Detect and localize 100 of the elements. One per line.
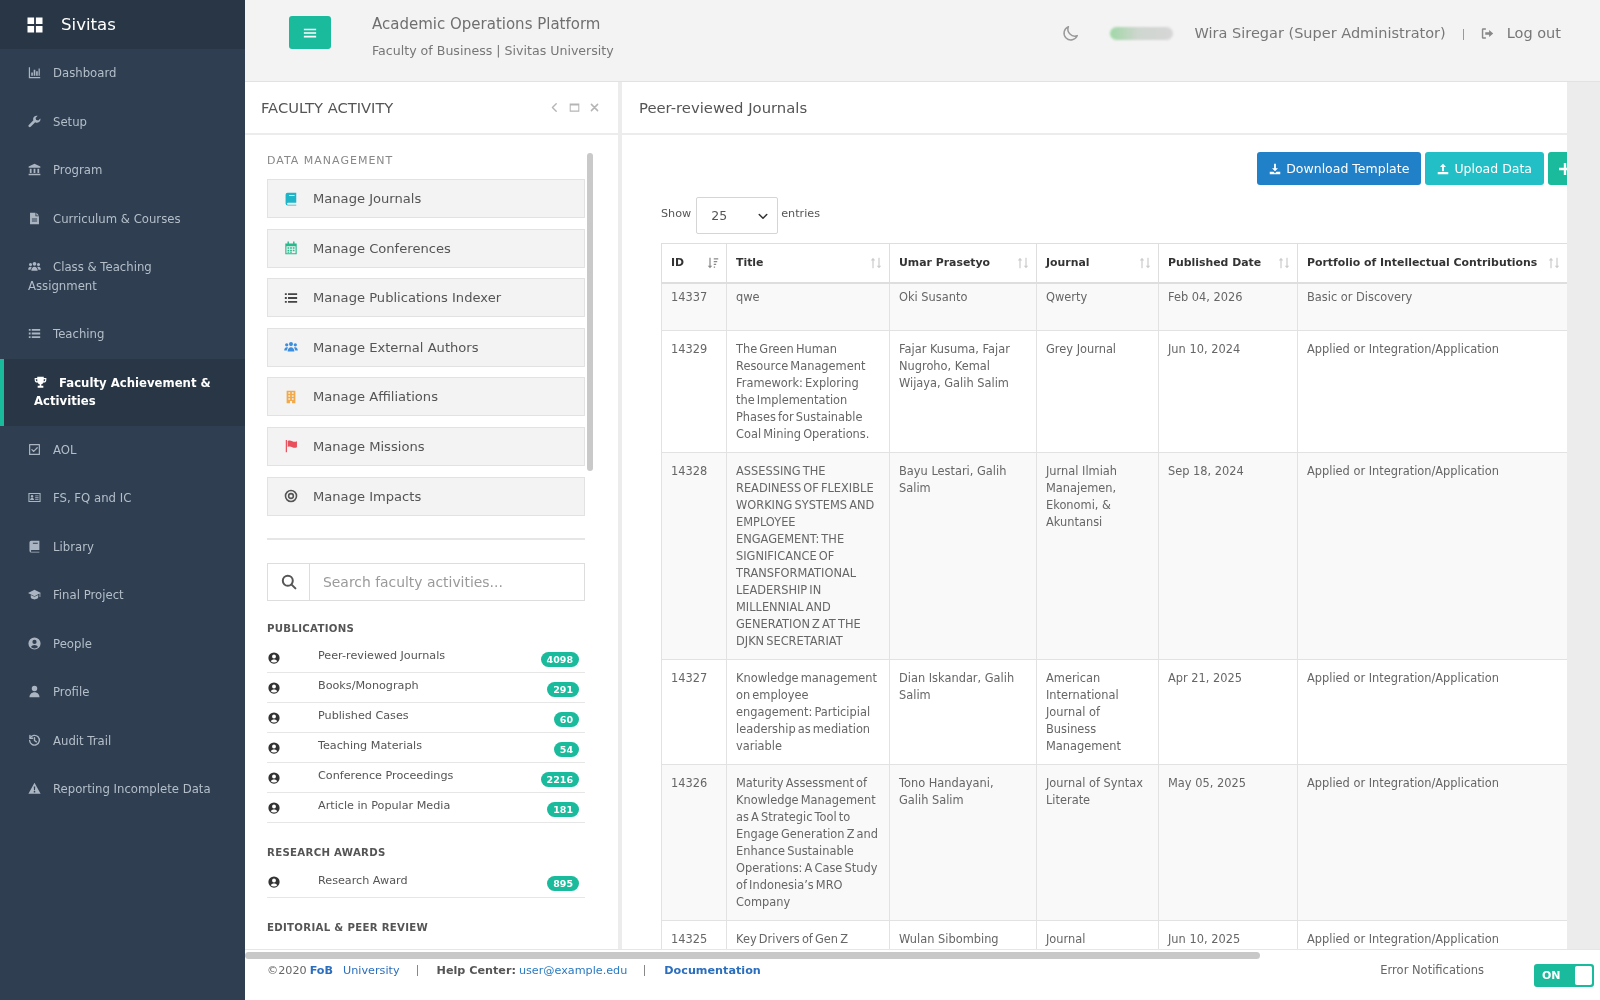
moon-icon[interactable] — [1061, 24, 1080, 42]
table-cell: May 05, 2025 — [1158, 764, 1298, 921]
table-cell: Applied or Integration/Application — [1297, 764, 1567, 921]
table-cell: 14337 — [661, 282, 727, 331]
search-icon — [280, 573, 297, 590]
app-title: Academic Operations Platform — [372, 14, 601, 34]
table-cell: 14328 — [661, 452, 727, 660]
group-heading: PUBLICATIONS — [267, 621, 355, 636]
category-link[interactable]: Article in Popular Media — [318, 799, 451, 813]
user-icon — [28, 685, 41, 698]
nav-item[interactable]: Library — [0, 522, 245, 571]
window-icon[interactable] — [569, 102, 580, 113]
column-header[interactable]: ID — [661, 243, 727, 283]
search-field[interactable]: Search faculty activities... — [267, 562, 585, 601]
table-cell: Grey Journal — [1036, 330, 1159, 453]
table-cell: Jurnal Ilmiah Manajemen, Ekonomi, & Akuntansi — [1036, 452, 1159, 660]
table-cell: Dian Iskandar, Galih Salim — [889, 659, 1037, 765]
graduation-cap-icon — [28, 588, 41, 601]
table-cell: The Green Human Resource Management Framework: Exploring the Implementation Phases for Sustainable Coal Mining Operations. — [726, 330, 890, 453]
nav-item[interactable]: AOL — [0, 425, 245, 474]
nav-item[interactable]: Class & Teaching Assignment — [0, 243, 245, 310]
show-label: Show — [661, 207, 692, 220]
history-icon — [28, 733, 41, 747]
bar-chart-icon — [28, 66, 41, 79]
category-link[interactable]: Research Award — [318, 873, 408, 887]
documentation-link[interactable]: Documentation — [664, 963, 761, 977]
file-icon — [28, 211, 41, 225]
users-icon — [28, 260, 41, 273]
download-icon — [1269, 162, 1282, 175]
warning-icon — [28, 782, 41, 795]
table-cell: Basic or Discovery — [1297, 282, 1567, 331]
panel-title: Peer-reviewed Journals — [639, 99, 808, 116]
id-card-icon — [28, 491, 41, 504]
chevron-left-icon[interactable] — [549, 102, 560, 113]
email-link[interactable]: user@example.edu — [518, 963, 628, 977]
column-header[interactable]: Journal — [1036, 243, 1159, 283]
page-size-select[interactable]: 25 — [696, 197, 779, 234]
nav-item[interactable]: Teaching — [0, 310, 245, 359]
count-badge: 291 — [547, 681, 579, 697]
scrollbar[interactable] — [587, 153, 593, 471]
upload-icon — [1437, 162, 1450, 175]
user-name[interactable]: Wira Siregar (Super Administrator) — [1194, 25, 1446, 41]
table-cell: Bayu Lestari, Galih Salim — [889, 452, 1037, 660]
nav-item[interactable]: Setup — [0, 97, 245, 146]
column-header[interactable]: Portfolio of Intellectual Contributions — [1297, 243, 1567, 283]
column-header[interactable]: Title — [726, 243, 890, 283]
category-link[interactable]: Conference Proceedings — [318, 769, 454, 783]
horizontal-scrollbar[interactable] — [245, 952, 1260, 959]
category-link[interactable]: Peer-reviewed Journals — [318, 649, 446, 663]
university-link[interactable]: University — [343, 963, 400, 977]
entries-label: entries — [781, 207, 820, 220]
table-cell: Qwerty — [1036, 282, 1159, 331]
nav-item[interactable]: Faculty Achievement & Activities — [0, 358, 245, 426]
data-management-button[interactable]: Manage External Authors — [267, 327, 585, 367]
plus-icon — [1559, 162, 1567, 175]
data-management-button[interactable]: Manage Publications Indexer — [267, 278, 585, 318]
close-icon[interactable] — [589, 102, 600, 113]
data-management-button[interactable]: Manage Impacts — [267, 476, 585, 516]
add-button[interactable] — [1548, 152, 1567, 185]
column-header[interactable]: Umar Prasetyo — [889, 243, 1037, 283]
nav-item[interactable]: FS, FQ and IC — [0, 474, 245, 523]
nav-item[interactable]: Program — [0, 146, 245, 195]
data-management-button[interactable]: Manage Conferences — [267, 228, 585, 268]
nav-item[interactable]: Reporting Incomplete Data — [0, 765, 245, 814]
group-heading: EDITORIAL & PEER REVIEW — [267, 920, 429, 935]
table-cell: 14329 — [661, 330, 727, 453]
category-link[interactable]: Books/Monograph — [318, 679, 419, 693]
menu-button[interactable] — [289, 16, 331, 49]
bank-icon — [28, 163, 41, 176]
app-subtitle: Faculty of Business | Sivitas University — [372, 42, 614, 60]
logout-link[interactable]: Log out — [1480, 25, 1561, 41]
group-heading: RESEARCH AWARDS — [267, 846, 386, 861]
grid-icon[interactable] — [27, 16, 43, 33]
target-icon — [284, 489, 298, 504]
table-cell: Applied or Integration/Application — [1297, 452, 1567, 660]
table-cell: American International Journal of Business Management — [1036, 659, 1159, 765]
nav-item[interactable]: Final Project — [0, 571, 245, 620]
table-cell: Tono Handayani, Galih Salim — [889, 764, 1037, 921]
brand-name: Sivitas — [61, 15, 116, 34]
organization-link[interactable]: FoB — [309, 963, 334, 977]
nav-item[interactable]: People — [0, 619, 245, 668]
download-template-button[interactable]: Download Template — [1257, 152, 1422, 185]
calendar-icon — [284, 241, 298, 256]
data-management-button[interactable]: Manage Journals — [267, 179, 585, 218]
data-management-button[interactable]: Manage Missions — [267, 426, 585, 466]
nav-item[interactable]: Profile — [0, 668, 245, 717]
checkbox-icon — [28, 442, 41, 456]
category-link[interactable]: Teaching Materials — [318, 739, 423, 753]
table-cell: Knowledge management on employee engagement: Participial leadership as mediation variable — [726, 659, 890, 765]
count-badge: 54 — [553, 741, 579, 757]
table-cell: Oki Susanto — [889, 282, 1037, 331]
nav-item[interactable]: Curriculum & Courses — [0, 194, 245, 243]
data-management-button[interactable]: Manage Affiliations — [267, 377, 585, 417]
section-heading: DATA MANAGEMENT — [267, 153, 394, 168]
category-link[interactable]: Published Cases — [318, 709, 409, 723]
column-header[interactable]: Published Date — [1158, 243, 1298, 283]
nav-item[interactable]: Dashboard — [0, 49, 245, 98]
image-placeholder — [1109, 26, 1173, 40]
help-center-label: Help Center: — [436, 963, 516, 977]
nav-item[interactable]: Audit Trail — [0, 716, 245, 765]
